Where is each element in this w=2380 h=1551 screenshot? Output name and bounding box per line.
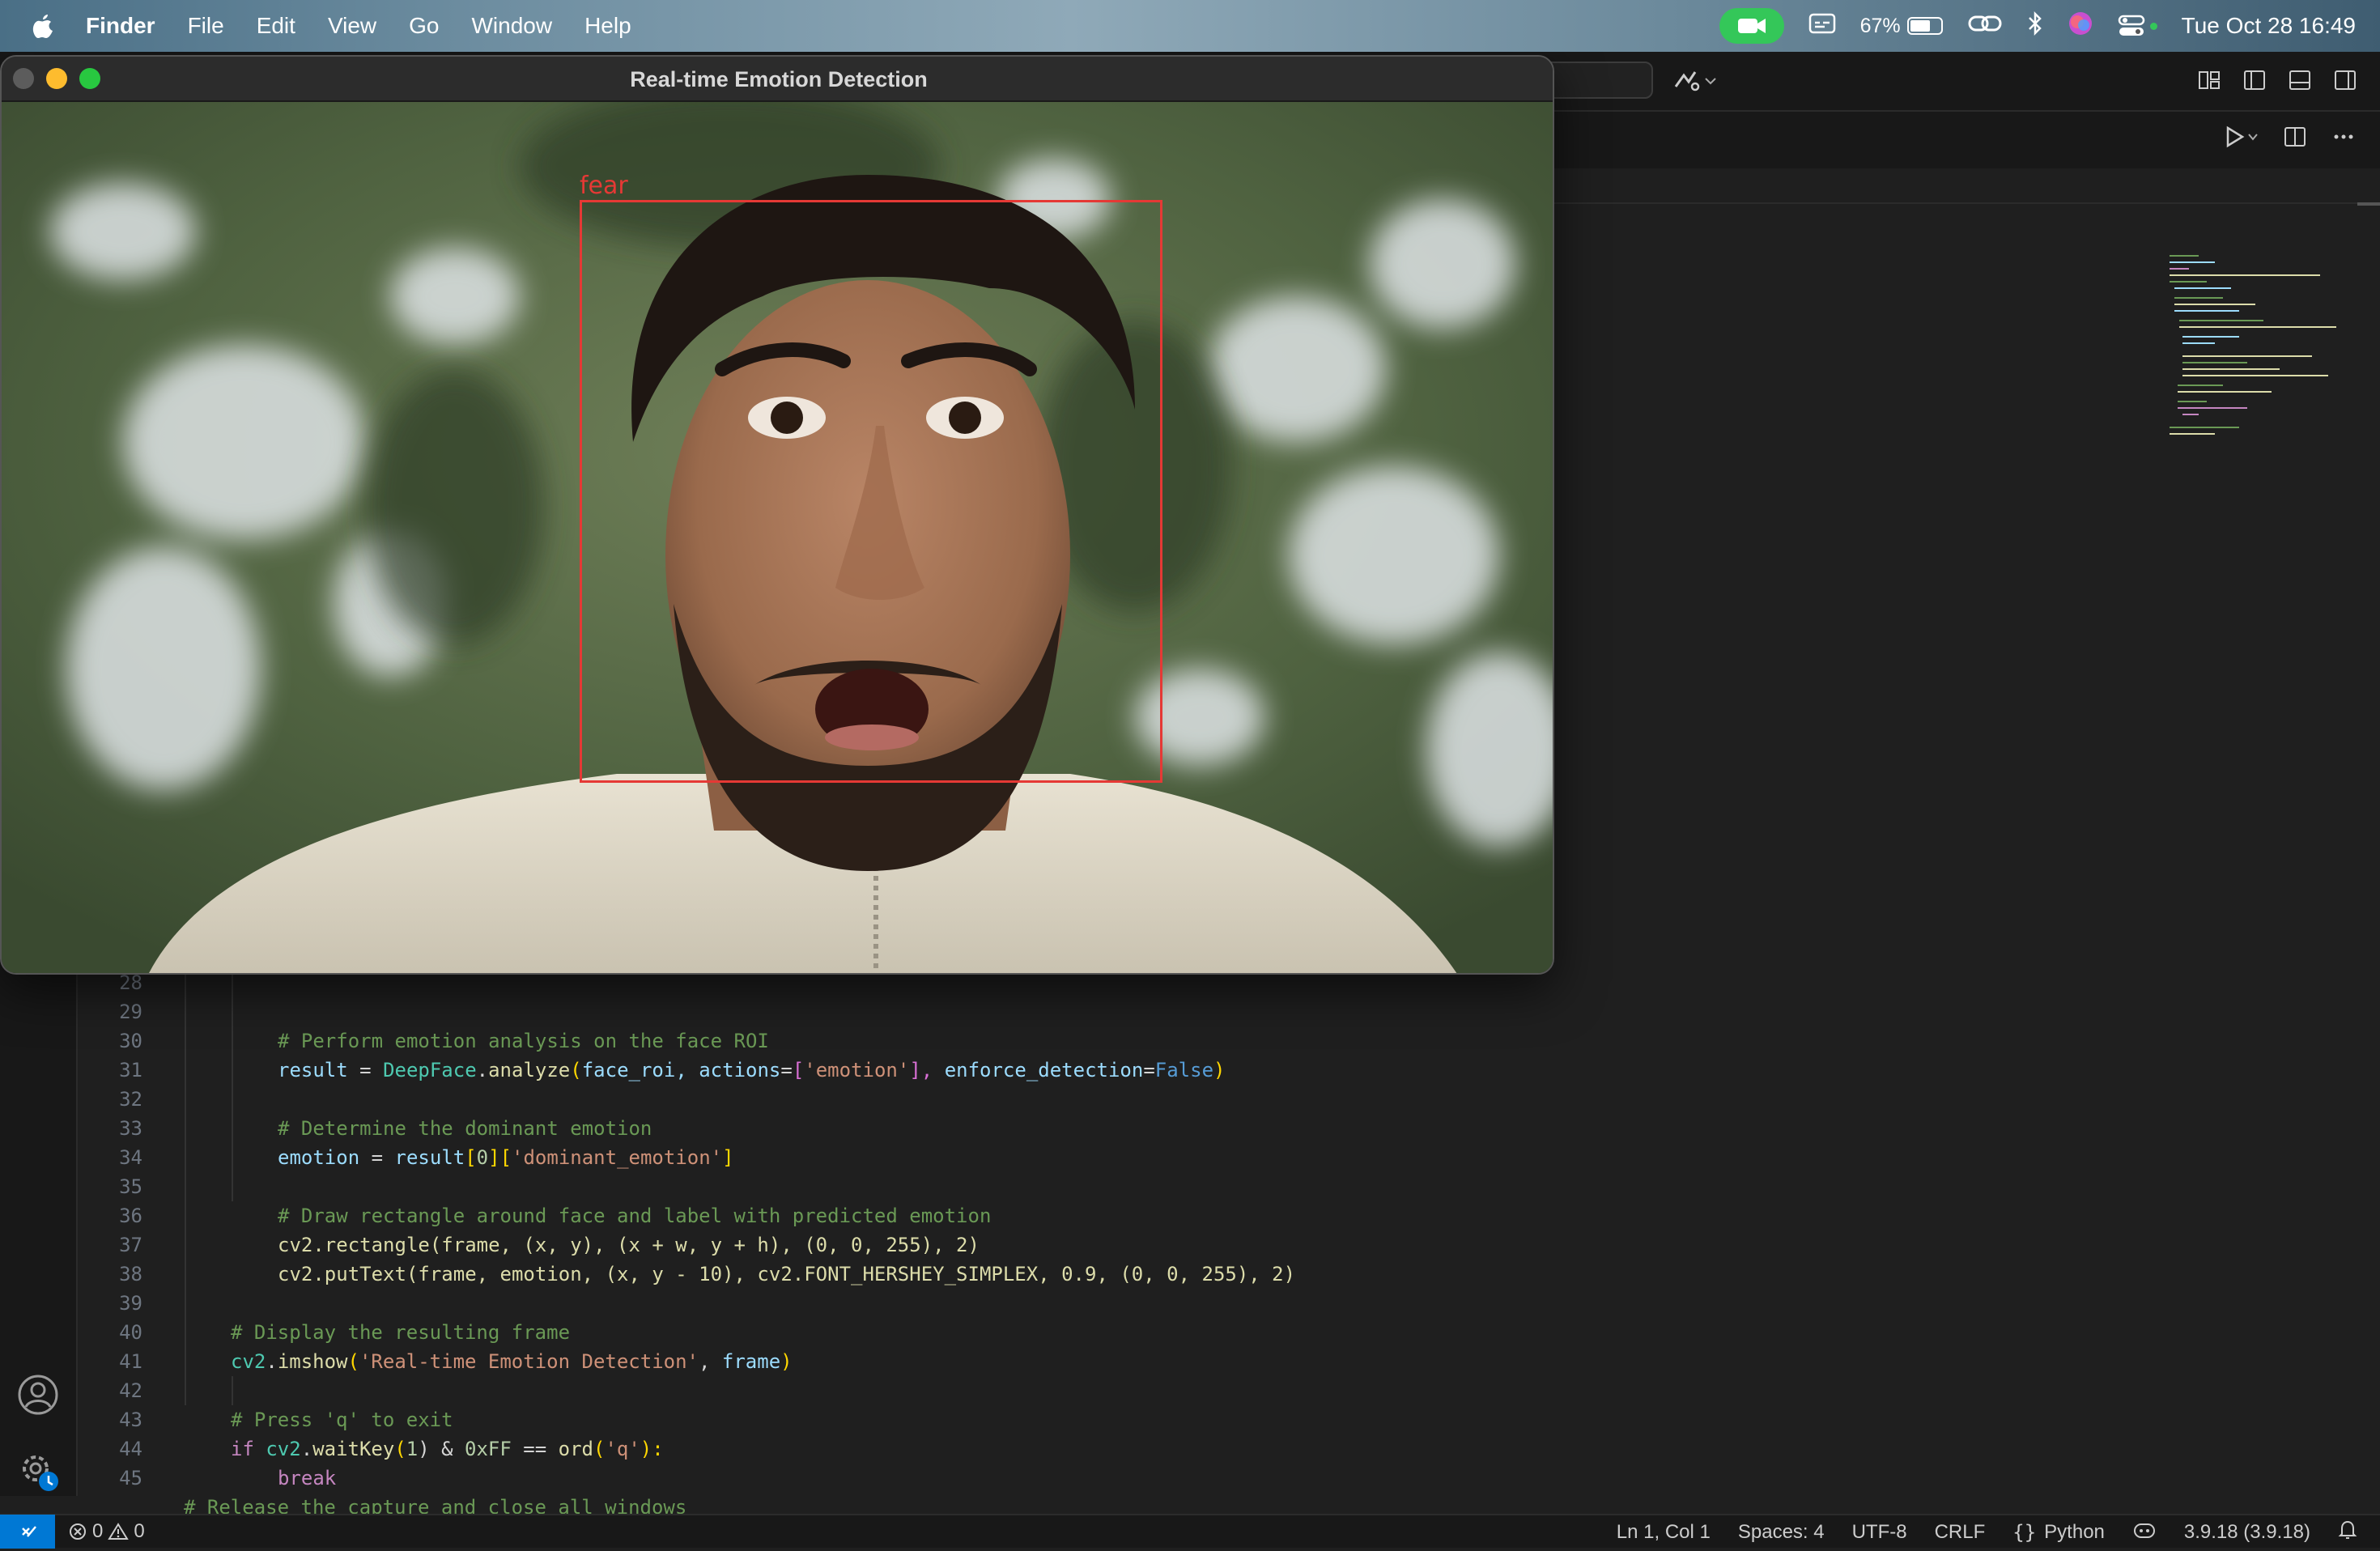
code-line: 35 cv2.rectangle(frame, (x, y), (x + w, …: [78, 1143, 2380, 1256]
menu-help[interactable]: Help: [584, 13, 631, 39]
language-label: Python: [2044, 1521, 2105, 1543]
emotion-detection-window[interactable]: Real-time Emotion Detection fear: [0, 55, 1554, 975]
battery-icon: [1906, 17, 1943, 35]
code-token: break: [278, 1467, 337, 1489]
battery-percent: 67%: [1859, 14, 1901, 37]
menu-edit[interactable]: Edit: [257, 13, 295, 39]
line-number: 45: [119, 1467, 142, 1489]
copilot-sparkle-icon: [1674, 71, 1700, 91]
code-line: 41 # Press 'q' to exit: [78, 1318, 2380, 1431]
cursor-position[interactable]: Ln 1, Col 1: [1617, 1521, 1711, 1544]
captions-icon[interactable]: [1808, 12, 1836, 40]
toggle-secondary-sidebar-icon[interactable]: [2333, 68, 2357, 92]
code-line: 31 # Determine the dominant emotion: [78, 1026, 2380, 1140]
code-line: 45 # Release the capture and close all w…: [78, 1434, 2380, 1519]
copilot-button[interactable]: [1672, 66, 1721, 96]
braces-icon: {}: [2012, 1521, 2037, 1544]
face-detection-box: [580, 200, 1162, 783]
emotion-label: fear: [580, 172, 628, 200]
menu-view[interactable]: View: [328, 13, 376, 39]
toggle-primary-sidebar-icon[interactable]: [2242, 68, 2267, 92]
menu-go[interactable]: Go: [409, 13, 439, 39]
file-encoding[interactable]: UTF-8: [1852, 1521, 1907, 1544]
account-icon[interactable]: [16, 1373, 60, 1417]
menu-file[interactable]: File: [188, 13, 224, 39]
bell-icon[interactable]: [2338, 1519, 2357, 1546]
battery-level-fill: [1910, 20, 1930, 32]
control-center-icon[interactable]: [2118, 14, 2157, 38]
minimap[interactable]: [2166, 198, 2344, 440]
window-titlebar[interactable]: Real-time Emotion Detection: [2, 57, 1553, 102]
problems-indicator[interactable]: 0 0: [68, 1520, 145, 1543]
camera-video-icon: [1737, 19, 1766, 33]
code-line: 34 # Draw rectangle around face and labe…: [78, 1114, 2380, 1227]
scrollbar-thumb[interactable]: [2357, 202, 2380, 206]
window-title: Real-time Emotion Detection: [630, 67, 928, 91]
code-line: 33: [78, 1085, 2380, 1140]
code-line: 30: [78, 997, 2380, 1052]
recording-dot: [2149, 22, 2157, 30]
code-line: 44: [78, 1405, 2380, 1460]
warning-count: 0: [134, 1520, 145, 1542]
camera-in-use-indicator[interactable]: [1719, 8, 1784, 44]
code-line: 39 cv2.imshow('Real-time Emotion Detecti…: [78, 1260, 2380, 1373]
macos-menu-bar: Finder File Edit View Go Window Help 67%…: [0, 0, 2380, 52]
indentation[interactable]: Spaces: 4: [1738, 1521, 1825, 1544]
customize-layout-icon[interactable]: [2197, 68, 2221, 92]
status-bar: 0 0 Ln 1, Col 1 Spaces: 4 UTF-8 CRLF {} …: [0, 1514, 2380, 1549]
python-interpreter[interactable]: 3.9.18 (3.9.18): [2184, 1521, 2310, 1544]
code-line: 32 emotion = result[0]['dominant_emotion…: [78, 1056, 2380, 1169]
remote-icon: [22, 1526, 36, 1537]
gear-icon[interactable]: [16, 1449, 60, 1493]
warning-icon: [108, 1523, 130, 1540]
split-editor-icon[interactable]: [2283, 125, 2307, 153]
code-editor[interactable]: 27 28 # Perform emotion analysis on the …: [78, 913, 2380, 1519]
chevron-down-icon: [1705, 78, 1716, 85]
code-line: 38 # Display the resulting frame: [78, 1230, 2380, 1344]
siri-icon[interactable]: [2068, 11, 2093, 42]
copilot-status-icon[interactable]: [2132, 1519, 2157, 1546]
menu-window[interactable]: Window: [471, 13, 552, 39]
menu-clock[interactable]: Tue Oct 28 16:49: [2182, 13, 2356, 39]
error-count: 0: [92, 1520, 104, 1542]
run-python-file-icon[interactable]: [2223, 125, 2259, 153]
code-line: 42 if cv2.waitKey(1) & 0xFF == ord('q'):: [78, 1347, 2380, 1460]
end-of-line[interactable]: CRLF: [1935, 1521, 1986, 1544]
bluetooth-icon[interactable]: [2027, 11, 2043, 42]
apple-icon[interactable]: [31, 11, 57, 40]
editor-actions: [2223, 125, 2356, 153]
battery-status[interactable]: 67%: [1860, 15, 1943, 38]
webcam-frame: fear: [2, 102, 1553, 973]
code-line: 36 cv2.putText(frame, emotion, (x, y - 1…: [78, 1172, 2380, 1285]
language-mode[interactable]: {} Python: [2012, 1521, 2105, 1544]
toggle-panel-icon[interactable]: [2288, 68, 2312, 92]
code-line: 43 break: [78, 1376, 2380, 1489]
code-line: 37: [78, 1201, 2380, 1256]
command-center-search[interactable]: [1538, 62, 1653, 99]
menu-app-name[interactable]: Finder: [86, 13, 155, 39]
error-icon: [70, 1523, 86, 1540]
link-icon[interactable]: [1967, 11, 2003, 41]
remote-window-button[interactable]: [0, 1515, 55, 1549]
code-line: 40: [78, 1289, 2380, 1344]
more-actions-icon[interactable]: [2331, 125, 2356, 153]
